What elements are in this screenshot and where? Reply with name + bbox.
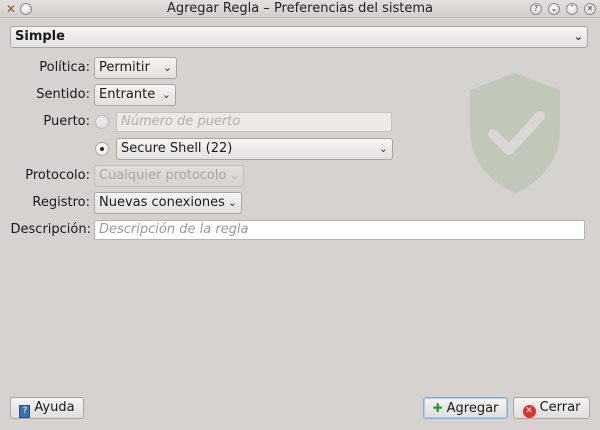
chevron-down-icon: ⌄ (227, 196, 237, 209)
registro-label: Registro: (32, 195, 90, 210)
port-service-radio[interactable] (95, 142, 109, 156)
description-input[interactable]: Descripción de la regla (94, 220, 585, 240)
chevron-down-icon: ⌄ (573, 30, 583, 43)
port-number-radio[interactable] (95, 115, 109, 129)
plus-icon: ✚ (432, 401, 443, 415)
chevron-down-icon: ⌄ (229, 169, 239, 182)
chevron-down-icon: ⌄ (378, 142, 388, 155)
registro-select[interactable]: Nuevas conexiones ⌄ (94, 192, 242, 214)
help-button[interactable]: ? Ayuda (10, 397, 84, 419)
protocolo-select[interactable]: Cualquier protocolo ⌄ (94, 165, 244, 187)
port-service-value: Secure Shell (22) (121, 141, 233, 156)
minimize-button[interactable]: ⌄ (548, 3, 560, 15)
chevron-down-icon: ⌄ (162, 61, 172, 74)
help-context-button[interactable]: ? (530, 3, 542, 15)
sentido-value: Entrante (99, 87, 156, 102)
window-title: Agregar Regla – Preferencias del sistema (167, 1, 433, 16)
maximize-button[interactable]: ˄ (566, 3, 578, 15)
shield-check-icon (470, 73, 560, 193)
mode-select-value: Simple (15, 29, 65, 44)
sentido-select[interactable]: Entrante ⌄ (94, 84, 176, 106)
chevron-down-icon: ⌄ (161, 88, 171, 101)
puerto-label: Puerto: (43, 114, 90, 129)
protocolo-label: Protocolo: (25, 168, 90, 183)
politica-select[interactable]: Permitir ⌄ (94, 57, 177, 79)
close-dialog-label: Cerrar (539, 400, 581, 415)
port-service-select[interactable]: Secure Shell (22) ⌄ (116, 138, 393, 160)
cancel-icon: ✕ (522, 405, 536, 418)
close-dialog-button[interactable]: ✕ Cerrar (513, 397, 590, 419)
help-book-icon: ? (19, 405, 31, 418)
sentido-label: Sentido: (36, 87, 90, 102)
mode-select[interactable]: Simple ⌄ (10, 26, 588, 48)
politica-value: Permitir (99, 60, 150, 75)
help-button-label: Ayuda (34, 400, 75, 415)
add-rule-dialog: ✕ Agregar Regla – Preferencias del siste… (0, 0, 600, 430)
protocolo-value: Cualquier protocolo (99, 168, 227, 183)
port-number-input[interactable]: Número de puerto (116, 112, 392, 132)
close-button[interactable]: ✕ (584, 3, 596, 15)
registro-value: Nuevas conexiones (99, 195, 225, 210)
add-button-label: Agregar (446, 401, 499, 416)
descripcion-label: Descripción: (10, 222, 91, 237)
add-button[interactable]: ✚ Agregar (423, 397, 508, 419)
politica-label: Política: (39, 60, 90, 75)
title-bar: ✕ Agregar Regla – Preferencias del siste… (0, 0, 600, 18)
